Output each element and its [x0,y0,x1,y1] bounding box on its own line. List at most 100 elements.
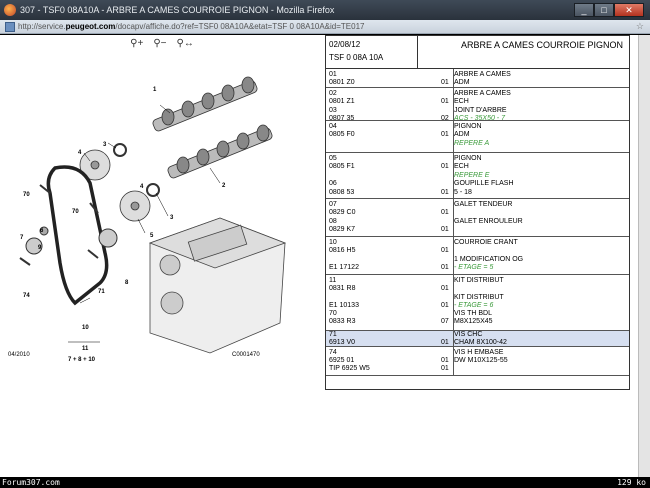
diagram-label: 74 [23,293,30,299]
diagram-label: 2 [222,183,226,189]
window-controls: _ □ ✕ [574,3,644,17]
part-qty: 01 [441,98,449,105]
part-ref: 04 [329,123,337,130]
table-row: 74 VIS H EMBASE 6925 01 01 DW M10X125-55 TIP … [326,347,629,376]
table-row: 05 PIGNON 0805 F1 01 ECH REPERE E 06 GOUPILLE F… [326,153,629,199]
part-desc: ECH [454,98,469,105]
diagram-label: 9 [38,245,42,251]
table-row: 04 PIGNON 0805 F0 01 ADM REPERE A [326,121,629,153]
part-desc: VIS TH BDL [454,310,492,317]
zoom-out-icon[interactable]: ⚲− [153,38,166,49]
part-ref: 0808 53 [329,189,355,196]
part-desc: - ETAGE = 6 [454,302,494,309]
diagram-label: 8 [125,280,129,286]
part-ref: 11 [329,277,337,284]
header-meta: 02/08/12 TSF 0 08A 10A [326,36,418,68]
header-ref: TSF 0 08A 10A [329,53,384,62]
table-row: 71 VIS CHC 6913 V0 01 CHAM 8X100-42 [326,331,629,347]
part-desc: 1 MODIFICATION OG [454,256,524,263]
part-ref: 0829 K7 [329,226,356,233]
part-ref: 0829 C0 [329,209,356,216]
camshaft-2 [167,124,273,179]
camshaft-1 [152,76,258,132]
part-desc: JOINT D'ARBRE [454,107,507,114]
title-bar: 307 - TSF0 08A10A - ARBRE A CAMES COURRO… [0,0,650,20]
part-ref: 01 [329,71,337,78]
part-ref: 74 [329,349,337,356]
page-content: ⚲+ ⚲− ⚲↔ 1 2 3 3 4 4 5 6 7 8 9 10 70 70 … [0,35,650,477]
part-ref: 0816 H5 [329,247,356,254]
table-row: 01 ARBRE A CAMES 0801 Z0 01 ADM [326,69,629,88]
diagram-label: 5 [150,233,154,239]
header-date: 02/08/12 [329,40,361,49]
table-header: 02/08/12 TSF 0 08A 10A ARBRE A CAMES COU… [326,36,629,69]
part-qty: 01 [441,189,449,196]
status-right: 129 ko [617,478,646,487]
part-desc: ADM [454,131,470,138]
part-ref: 07 [329,201,337,208]
part-ref: 03 [329,107,337,114]
formula-top: 11 [82,346,89,352]
part-qty: 01 [441,131,449,138]
diagram-label: 7 [20,235,24,241]
bookmark-star-icon[interactable]: ☆ [636,21,644,32]
diagram-panel: ⚲+ ⚲− ⚲↔ 1 2 3 3 4 4 5 6 7 8 9 10 70 70 … [0,35,324,477]
part-qty: 01 [441,285,449,292]
diagram-label: 6 [40,228,44,234]
exploded-diagram [19,76,287,354]
part-ref: 0801 Z0 [329,79,355,86]
maximize-button[interactable]: □ [594,3,614,17]
status-left: Forum307.com [2,478,60,487]
part-desc: VIS H EMBASE [454,349,504,356]
diagram-label: 3 [103,142,107,148]
diagram-date: 04/2010 [8,352,30,358]
diagram-label: 4 [140,184,144,190]
minimize-button[interactable]: _ [574,3,594,17]
firefox-icon [4,4,16,16]
part-desc: KIT DISTRIBUT [454,294,504,301]
table-row: 02 ARBRE A CAMES 0801 Z1 01 ECH 03 JOINT D'ARB… [326,88,629,122]
part-desc: ARBRE A CAMES [454,90,511,97]
part-desc: ADM [454,79,470,86]
part-ref: 0805 F1 [329,163,355,170]
site-icon [5,21,15,32]
diagram-label: 71 [98,289,105,295]
part-desc: GOUPILLE FLASH [454,180,514,187]
part-ref: 6913 V0 [329,339,356,346]
part-desc: DW M10X125-55 [454,357,508,364]
part-ref: 70 [329,310,337,317]
part-ref: TIP 6925 W5 [329,365,370,372]
part-desc: - ETAGE = 5 [454,264,494,271]
part-ref: 6925 01 [329,357,355,364]
zoom-fit-icon[interactable]: ⚲↔ [177,38,194,49]
part-qty: 01 [441,357,449,364]
zoom-in-icon[interactable]: ⚲+ [130,38,143,49]
part-qty: 01 [441,302,449,309]
diagram-label: 4 [78,150,82,156]
part-ref: 06 [329,180,337,187]
window-title: 307 - TSF0 08A10A - ARBRE A CAMES COURRO… [20,5,335,15]
url-field[interactable]: http://service.peugeot.com/docapv/affich… [18,22,636,31]
part-ref: 08 [329,218,337,225]
diagram-label: 70 [72,209,79,215]
part-desc: COURROIE CRANT [454,239,518,246]
table-rows: 01 ARBRE A CAMES 0801 Z0 01 ADM 02 ARBRE A CAM… [326,69,629,376]
part-qty: 01 [441,264,449,271]
close-button[interactable]: ✕ [614,3,644,17]
diagram-label: 70 [23,192,30,198]
formula-bottom: 7 + 8 + 10 [68,357,96,363]
part-desc: VIS CHC [454,331,483,338]
part-ref: 02 [329,90,337,97]
part-qty: 01 [441,79,449,86]
part-ref: 0833 R3 [329,318,356,325]
vertical-scrollbar[interactable] [638,35,650,477]
part-ref: 05 [329,155,337,162]
address-bar[interactable]: http://service.peugeot.com/docapv/affich… [0,20,650,34]
part-ref: 0831 R8 [329,285,356,292]
diagram-toolbar: ⚲+ ⚲− ⚲↔ [0,35,324,51]
part-desc: 5 - 18 [454,189,472,196]
part-ref: 0805 F0 [329,131,355,138]
part-ref: 0801 Z1 [329,98,355,105]
diagram-label: 3 [170,215,174,221]
diagram-code: C0001470 [232,352,260,358]
